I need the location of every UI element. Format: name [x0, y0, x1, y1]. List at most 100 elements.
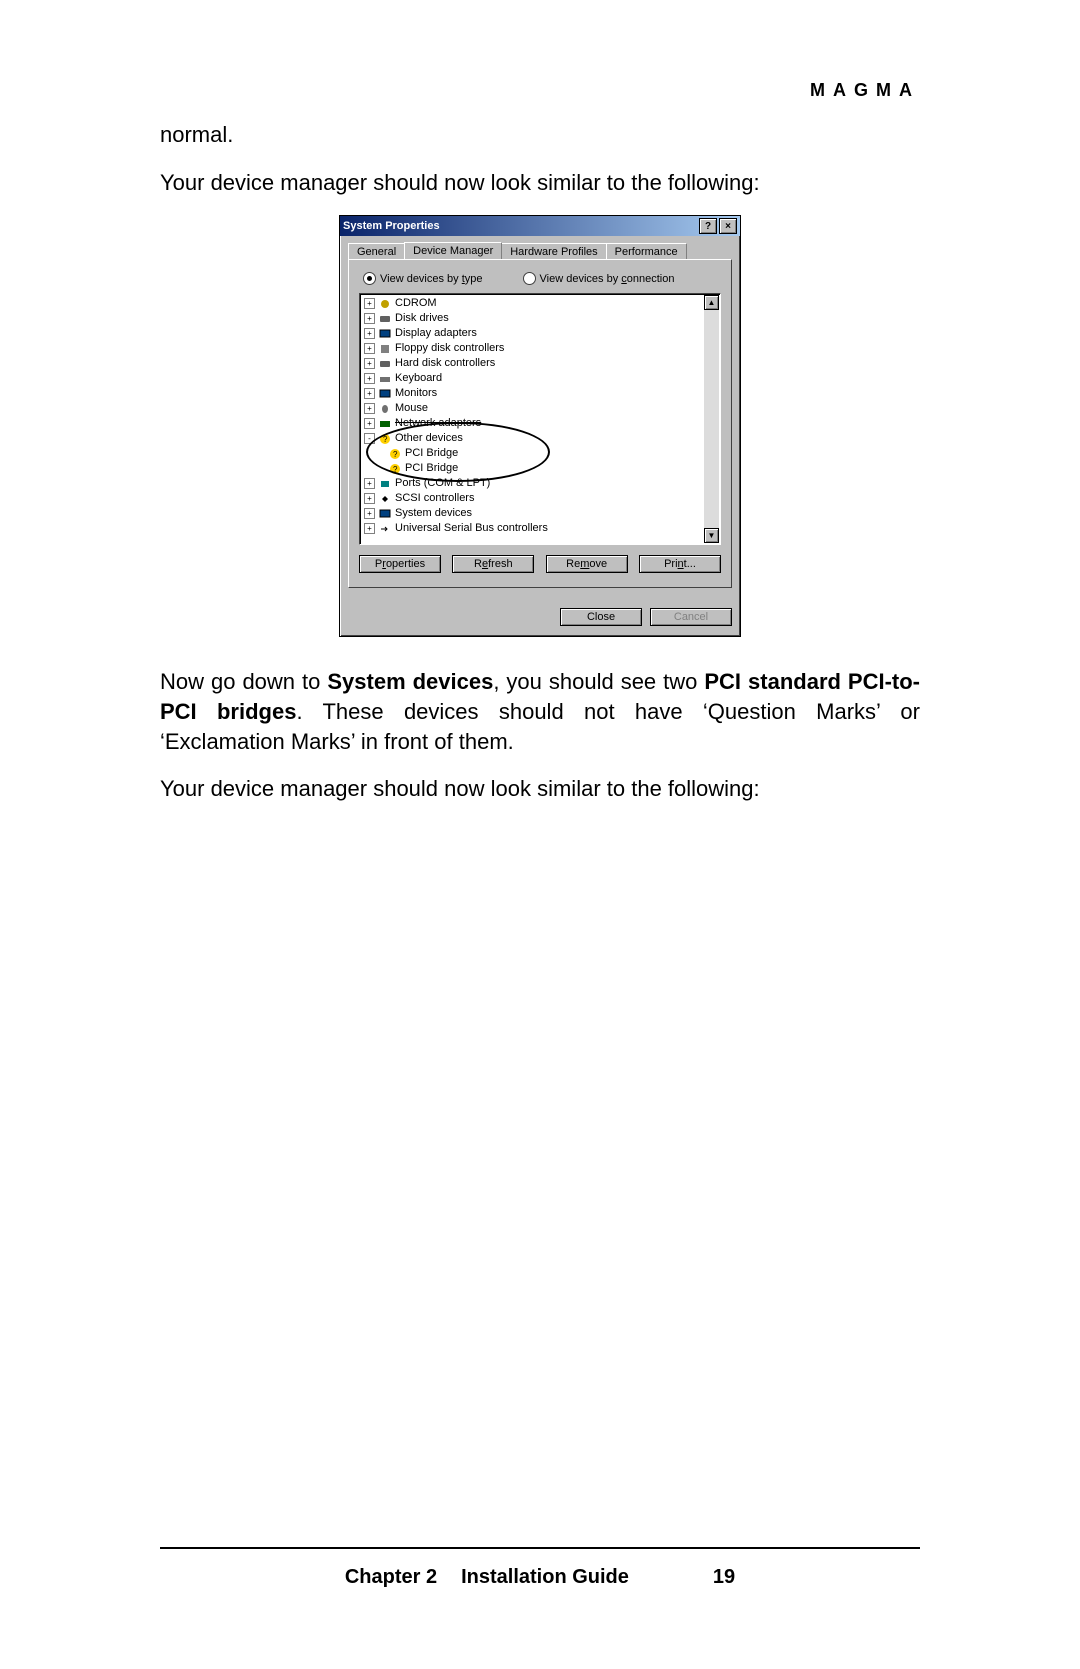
- print-button[interactable]: Print...: [639, 555, 721, 573]
- text-run: , you should see two: [493, 669, 704, 694]
- tree-item-pci-bridge-1[interactable]: ? PCI Bridge: [364, 446, 716, 461]
- monitor-icon: [378, 508, 392, 520]
- tree-label: Disk drives: [395, 311, 449, 326]
- radio-view-by-connection-label: View devices by connection: [540, 273, 675, 285]
- svg-text:?: ?: [393, 450, 398, 459]
- properties-button[interactable]: Properties: [359, 555, 441, 573]
- radio-dot-icon: [523, 272, 536, 285]
- tree-label: SCSI controllers: [395, 491, 474, 506]
- system-properties-dialog: System Properties ? × General Device Man…: [339, 215, 741, 637]
- expand-icon[interactable]: +: [364, 418, 375, 429]
- network-icon: [378, 418, 392, 430]
- brand-header: MAGMA: [810, 80, 920, 101]
- expand-icon[interactable]: +: [364, 478, 375, 489]
- page-footer: Chapter 2 Installation Guide 19: [160, 1566, 920, 1589]
- tree-scrollbar[interactable]: ▲ ▼: [704, 295, 719, 543]
- radio-view-by-type-label: View devices by type: [380, 273, 483, 285]
- expand-icon[interactable]: +: [364, 523, 375, 534]
- tree-item-monitors[interactable]: + Monitors: [364, 386, 716, 401]
- tree-label: Keyboard: [395, 371, 442, 386]
- radio-view-by-connection[interactable]: View devices by connection: [523, 272, 675, 285]
- tree-item-usb[interactable]: + Universal Serial Bus controllers: [364, 521, 716, 536]
- tree-label: System devices: [395, 506, 472, 521]
- cdrom-icon: [378, 298, 392, 310]
- expand-icon[interactable]: +: [364, 508, 375, 519]
- tree-item-pci-bridge-2[interactable]: ? PCI Bridge: [364, 461, 716, 476]
- tree-item-cdrom[interactable]: + CDROM: [364, 296, 716, 311]
- tree-label: Display adapters: [395, 326, 477, 341]
- port-icon: [378, 478, 392, 490]
- tree-label: PCI Bridge: [405, 461, 458, 476]
- disk-icon: [378, 313, 392, 325]
- tree-label: Monitors: [395, 386, 437, 401]
- footer-divider: [160, 1547, 920, 1549]
- question-icon: ?: [378, 433, 392, 445]
- collapse-icon[interactable]: -: [364, 433, 375, 444]
- expand-icon[interactable]: +: [364, 313, 375, 324]
- cancel-button[interactable]: Cancel: [650, 608, 732, 626]
- expand-icon[interactable]: +: [364, 358, 375, 369]
- tree-item-display-adapters[interactable]: + Display adapters: [364, 326, 716, 341]
- remove-button[interactable]: Remove: [546, 555, 628, 573]
- device-tree-rows: + CDROM + Disk drives +: [360, 294, 720, 538]
- tree-label: PCI Bridge: [405, 446, 458, 461]
- monitor-icon: [378, 328, 392, 340]
- expand-icon[interactable]: +: [364, 403, 375, 414]
- tree-item-system-devices[interactable]: + System devices: [364, 506, 716, 521]
- text-strong: System devices: [327, 669, 493, 694]
- tree-item-hdd-controllers[interactable]: + Hard disk controllers: [364, 356, 716, 371]
- usb-icon: [378, 523, 392, 535]
- tree-item-floppy[interactable]: + Floppy disk controllers: [364, 341, 716, 356]
- tab-device-manager[interactable]: Device Manager: [404, 242, 502, 259]
- scroll-down-arrow-icon[interactable]: ▼: [704, 528, 719, 543]
- help-button[interactable]: ?: [699, 218, 717, 234]
- expand-icon[interactable]: +: [364, 388, 375, 399]
- tree-item-other-devices[interactable]: - ? Other devices: [364, 431, 716, 446]
- tree-item-network-adapters[interactable]: + Network adapters: [364, 416, 716, 431]
- tree-label: Ports (COM & LPT): [395, 476, 490, 491]
- device-tree[interactable]: + CDROM + Disk drives +: [359, 293, 721, 545]
- paragraph-2: Your device manager should now look simi…: [160, 168, 920, 198]
- tree-item-keyboard[interactable]: + Keyboard: [364, 371, 716, 386]
- paragraph-3: Now go down to System devices, you shoul…: [160, 667, 920, 756]
- dialog-figure: System Properties ? × General Device Man…: [160, 215, 920, 637]
- svg-text:?: ?: [393, 465, 398, 474]
- expand-icon[interactable]: +: [364, 493, 375, 504]
- tab-performance[interactable]: Performance: [606, 243, 687, 260]
- svg-text:?: ?: [383, 435, 388, 444]
- expand-icon[interactable]: +: [364, 373, 375, 384]
- tree-label: Mouse: [395, 401, 428, 416]
- radio-view-by-type[interactable]: View devices by type: [363, 272, 483, 285]
- view-options: View devices by type View devices by con…: [363, 272, 721, 285]
- tree-item-mouse[interactable]: + Mouse: [364, 401, 716, 416]
- monitor-icon: [378, 388, 392, 400]
- device-manager-buttons: Properties Refresh Remove Print...: [359, 555, 721, 573]
- close-button[interactable]: ×: [719, 218, 737, 234]
- tree-label: CDROM: [395, 296, 437, 311]
- expand-icon[interactable]: +: [364, 328, 375, 339]
- tree-item-ports[interactable]: + Ports (COM & LPT): [364, 476, 716, 491]
- expand-icon[interactable]: +: [364, 298, 375, 309]
- tree-label: Hard disk controllers: [395, 356, 495, 371]
- hdd-icon: [378, 358, 392, 370]
- close-dialog-button[interactable]: Close: [560, 608, 642, 626]
- refresh-button[interactable]: Refresh: [452, 555, 534, 573]
- tree-item-scsi[interactable]: + SCSI controllers: [364, 491, 716, 506]
- scroll-up-arrow-icon[interactable]: ▲: [704, 295, 719, 310]
- tree-item-disk-drives[interactable]: + Disk drives: [364, 311, 716, 326]
- tab-general[interactable]: General: [348, 243, 405, 260]
- paragraph-1: normal.: [160, 120, 920, 150]
- tree-label: Other devices: [395, 431, 463, 446]
- keyboard-icon: [378, 373, 392, 385]
- question-icon: ?: [388, 463, 402, 475]
- device-manager-panel: View devices by type View devices by con…: [348, 259, 732, 588]
- dialog-footer-buttons: Close Cancel: [340, 598, 740, 636]
- tab-hardware-profiles[interactable]: Hardware Profiles: [501, 243, 606, 260]
- expand-icon[interactable]: +: [364, 343, 375, 354]
- tree-label: Floppy disk controllers: [395, 341, 504, 356]
- radio-dot-icon: [363, 272, 376, 285]
- floppy-icon: [378, 343, 392, 355]
- mouse-icon: [378, 403, 392, 415]
- paragraph-4: Your device manager should now look simi…: [160, 774, 920, 804]
- tab-strip: General Device Manager Hardware Profiles…: [348, 242, 732, 259]
